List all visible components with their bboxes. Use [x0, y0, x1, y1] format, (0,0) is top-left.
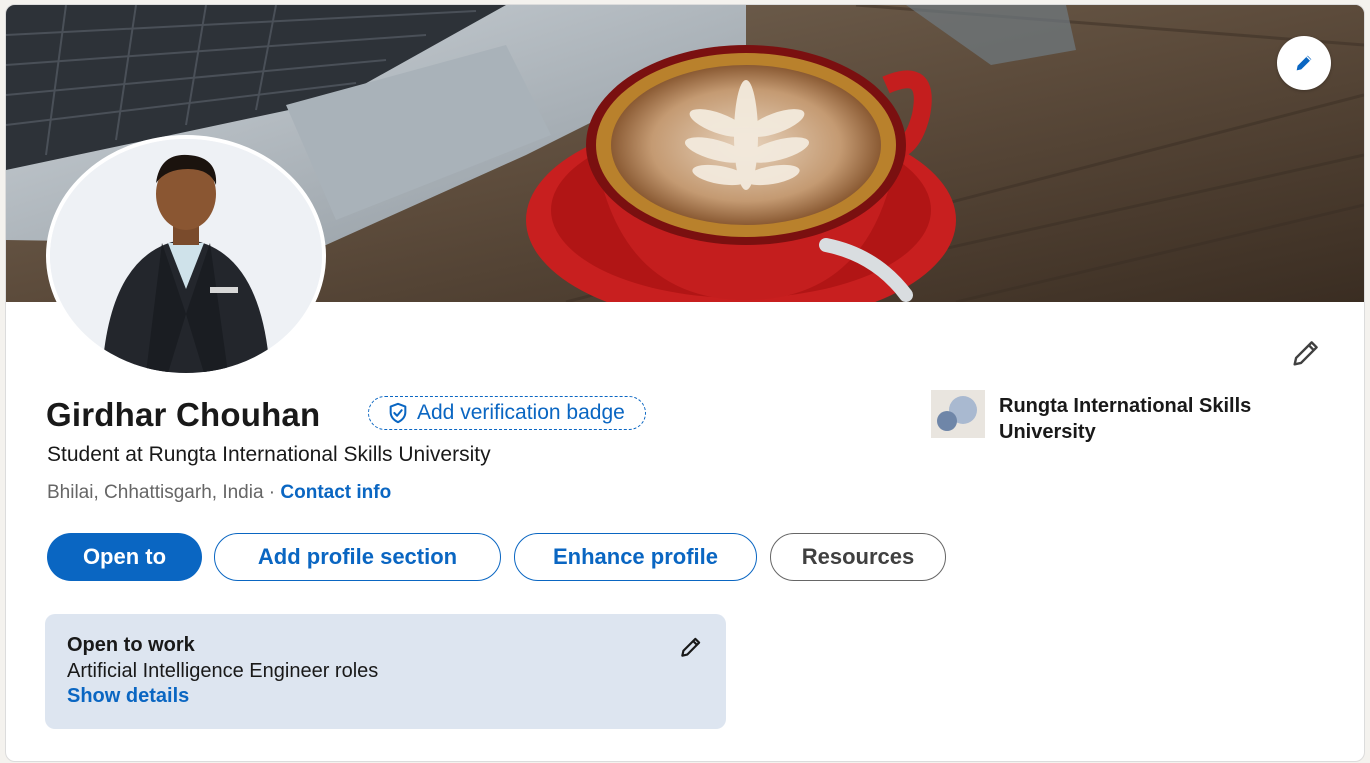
organization-name: Rungta International Skills University — [999, 395, 1252, 443]
resources-button[interactable]: Resources — [770, 533, 946, 581]
edit-open-to-work-button[interactable] — [674, 630, 708, 664]
profile-location-line: Bhilai, Chhattisgarh, India · Contact in… — [47, 480, 391, 506]
contact-info-link[interactable]: Contact info — [280, 482, 391, 503]
organization-link[interactable]: Rungta International Skills University — [931, 390, 1299, 445]
profile-headline: Student at Rungta International Skills U… — [47, 443, 491, 466]
pencil-icon — [681, 637, 701, 657]
avatar-image — [50, 139, 322, 373]
open-to-work-title: Open to work — [67, 634, 195, 656]
pencil-icon — [1293, 341, 1318, 366]
open-to-work-roles: Artificial Intelligence Engineer roles — [67, 660, 379, 682]
organization-logo — [931, 390, 985, 438]
pencil-icon — [1296, 55, 1312, 71]
profile-name: Girdhar Chouhan — [46, 396, 321, 433]
open-to-work-card: Open to work Artificial Intelligence Eng… — [45, 614, 726, 729]
organization-logo-image — [931, 390, 985, 438]
add-verification-badge-button[interactable]: Add verification badge — [368, 396, 646, 430]
verification-badge-label: Add verification badge — [417, 401, 625, 424]
open-to-button[interactable]: Open to — [47, 533, 202, 581]
profile-card: Girdhar Chouhan Add verification badge S… — [5, 4, 1365, 762]
edit-cover-button[interactable] — [1277, 36, 1331, 90]
edit-intro-button[interactable] — [1284, 331, 1328, 375]
location-text: Bhilai, Chhattisgarh, India — [47, 482, 264, 503]
add-profile-section-button[interactable]: Add profile section — [214, 533, 501, 581]
enhance-profile-button[interactable]: Enhance profile — [514, 533, 757, 581]
profile-photo[interactable] — [46, 135, 326, 377]
show-details-link[interactable]: Show details — [67, 685, 189, 708]
location-separator: · — [263, 482, 281, 503]
shield-check-icon — [389, 402, 407, 424]
